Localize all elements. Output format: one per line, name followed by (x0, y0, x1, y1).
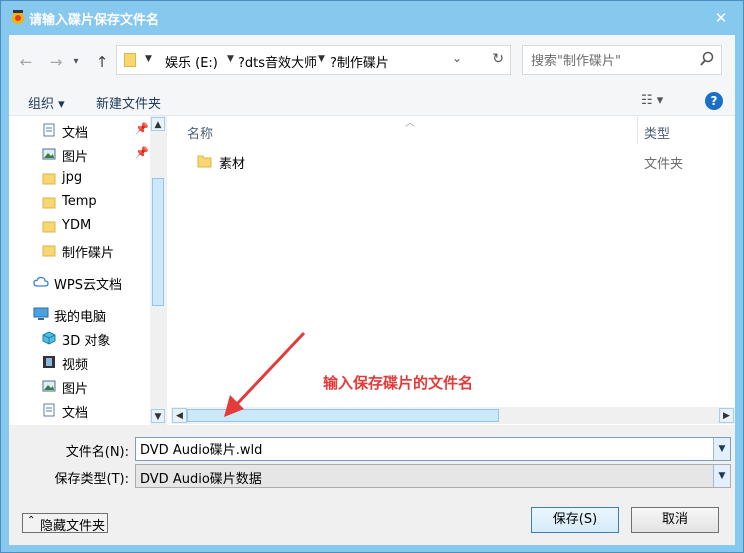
sidebar-item-temp[interactable]: Temp (9, 192, 150, 214)
app-icon (12, 10, 24, 24)
hide-folders-label: 隐藏文件夹 (40, 519, 106, 534)
sidebar-item-disc-making[interactable]: 制作碟片 (9, 240, 150, 262)
folder-icon (197, 155, 212, 168)
organize-button[interactable]: 组织 ▾ (28, 93, 65, 112)
sidebar-item-pictures[interactable]: 图片 📌 (9, 144, 150, 166)
filetype-label: 保存类型(T): (54, 472, 129, 487)
navigation-bar: ← → ▾ ↑ ▼ 娱乐 (E:) ▼ ?dts音效大师 ▼ ?制作碟片 ⌄ ↻ (9, 35, 735, 87)
sidebar-item-label: WPS云文档 (54, 278, 122, 293)
sidebar-item-label: 制作碟片 (62, 246, 115, 261)
address-bar[interactable]: ▼ 娱乐 (E:) ▼ ?dts音效大师 ▼ ?制作碟片 ⌄ ↻ (116, 45, 511, 75)
cube-icon (42, 331, 56, 345)
sidebar-item-jpg[interactable]: jpg (9, 168, 150, 190)
video-icon (43, 356, 55, 368)
sidebar-item-label: 图片 (62, 150, 89, 165)
chevron-down-icon[interactable]: ▼ (713, 465, 730, 487)
title-bar[interactable]: 请输入碟片保存文件名 ✕ (1, 1, 743, 35)
sidebar-item-label: 3D 对象 (62, 334, 111, 349)
picture-icon (42, 148, 56, 160)
sidebar-item-this-pc[interactable]: 我的电脑 (9, 304, 150, 326)
breadcrumb-drive[interactable]: 娱乐 (E:) (165, 52, 218, 71)
search-box[interactable] (522, 45, 722, 75)
sidebar-item-documents-pc[interactable]: 文档 (9, 400, 150, 422)
folder-icon (42, 245, 56, 257)
up-button[interactable]: ↑ (91, 52, 113, 72)
cancel-button[interactable]: 取消 (631, 507, 719, 533)
chevron-down-icon[interactable]: ▼ (713, 438, 730, 460)
folder-icon (42, 197, 56, 209)
folder-icon (42, 173, 56, 185)
dialog-client: ← → ▾ ↑ ▼ 娱乐 (E:) ▼ ?dts音效大师 ▼ ?制作碟片 ⌄ ↻ (9, 35, 735, 545)
scroll-up-button[interactable]: ▲ (151, 117, 165, 131)
view-options-button[interactable]: ☷ ▾ (641, 93, 663, 108)
save-button[interactable]: 保存(S) (531, 507, 619, 533)
file-name: 素材 (219, 157, 246, 172)
search-icon[interactable] (699, 51, 715, 67)
help-icon[interactable]: ? (705, 92, 723, 110)
breadcrumb-folder[interactable]: ?dts音效大师 (238, 52, 317, 71)
document-icon (43, 123, 55, 137)
filename-field[interactable]: ▼ (135, 437, 731, 461)
recent-locations-button[interactable]: ▾ (69, 52, 83, 72)
filetype-select[interactable]: DVD Audio碟片数据 ▼ (135, 464, 731, 488)
chevron-down-icon[interactable]: ▼ (145, 54, 152, 64)
close-button[interactable]: ✕ (707, 7, 735, 29)
sidebar-item-wps-cloud[interactable]: WPS云文档 (9, 272, 150, 294)
scroll-down-button[interactable]: ▼ (151, 409, 165, 423)
picture-icon (42, 380, 56, 392)
new-folder-button[interactable]: 新建文件夹 (96, 93, 161, 112)
folder-icon (42, 221, 56, 233)
scroll-right-button[interactable]: ▶ (719, 408, 734, 423)
sidebar-item-ydm[interactable]: YDM (9, 216, 150, 238)
forward-button[interactable]: → (45, 52, 67, 72)
cloud-icon (33, 276, 49, 287)
back-button[interactable]: ← (15, 52, 37, 72)
sidebar-item-label: 视频 (62, 358, 89, 373)
chevron-down-icon[interactable]: ▼ (227, 54, 234, 64)
hide-folders-button[interactable]: ⌃ 隐藏文件夹 (22, 513, 108, 534)
pin-icon[interactable]: 📌 (135, 122, 149, 135)
filename-input[interactable] (140, 441, 700, 456)
list-item[interactable]: 素材 文件夹 (185, 151, 725, 173)
sidebar-item-label: 图片 (62, 382, 89, 397)
sidebar-item-label: Temp (62, 194, 97, 209)
scroll-thumb[interactable] (152, 178, 164, 306)
navigation-pane: 文档 📌 图片 📌 jpg Temp YDM 制作碟片 WPS云文档 我的电脑 … (9, 116, 166, 425)
breadcrumb-current[interactable]: ?制作碟片 (330, 52, 389, 71)
window-title: 请输入碟片保存文件名 (29, 13, 160, 28)
annotation-text: 输入保存碟片的文件名 (323, 374, 474, 392)
column-divider[interactable] (637, 116, 638, 144)
sidebar-item-label: 我的电脑 (54, 310, 107, 325)
sidebar-item-label: YDM (62, 218, 92, 233)
folder-icon (124, 53, 136, 67)
filetype-value: DVD Audio碟片数据 (140, 472, 262, 487)
scroll-left-button[interactable]: ◀ (172, 408, 187, 423)
computer-icon (33, 307, 49, 320)
command-bar: 组织 ▾ 新建文件夹 ☷ ▾ ? (9, 87, 735, 116)
save-dialog-window: 请输入碟片保存文件名 ✕ ← → ▾ ↑ ▼ 娱乐 (E:) ▼ ?dts音效大… (0, 0, 744, 553)
sidebar-item-label: jpg (62, 170, 83, 185)
navigation-scrollbar[interactable]: ▲ ▼ (150, 116, 166, 425)
column-header-name[interactable]: 名称 (187, 123, 213, 142)
sidebar-item-videos[interactable]: 视频 (9, 352, 150, 374)
chevron-down-icon[interactable]: ▼ (318, 54, 325, 64)
sort-ascending-icon: ︿ (405, 118, 415, 129)
chevron-up-icon: ⌃ (27, 515, 36, 526)
sidebar-item-pictures-pc[interactable]: 图片 (9, 376, 150, 398)
file-type: 文件夹 (644, 157, 684, 172)
address-history-icon[interactable]: ⌄ (452, 51, 462, 65)
pin-icon[interactable]: 📌 (135, 146, 149, 159)
sidebar-item-documents[interactable]: 文档 📌 (9, 120, 150, 142)
refresh-icon[interactable]: ↻ (492, 51, 504, 67)
search-input[interactable] (531, 52, 691, 70)
sidebar-item-3d-objects[interactable]: 3D 对象 (9, 328, 150, 350)
filename-label: 文件名(N): (65, 445, 129, 460)
sidebar-item-label: 文档 (62, 406, 89, 421)
document-icon (43, 403, 55, 417)
annotation-arrow-icon (224, 331, 306, 417)
sidebar-item-label: 文档 (62, 126, 89, 141)
column-header-type[interactable]: 类型 (644, 123, 670, 142)
